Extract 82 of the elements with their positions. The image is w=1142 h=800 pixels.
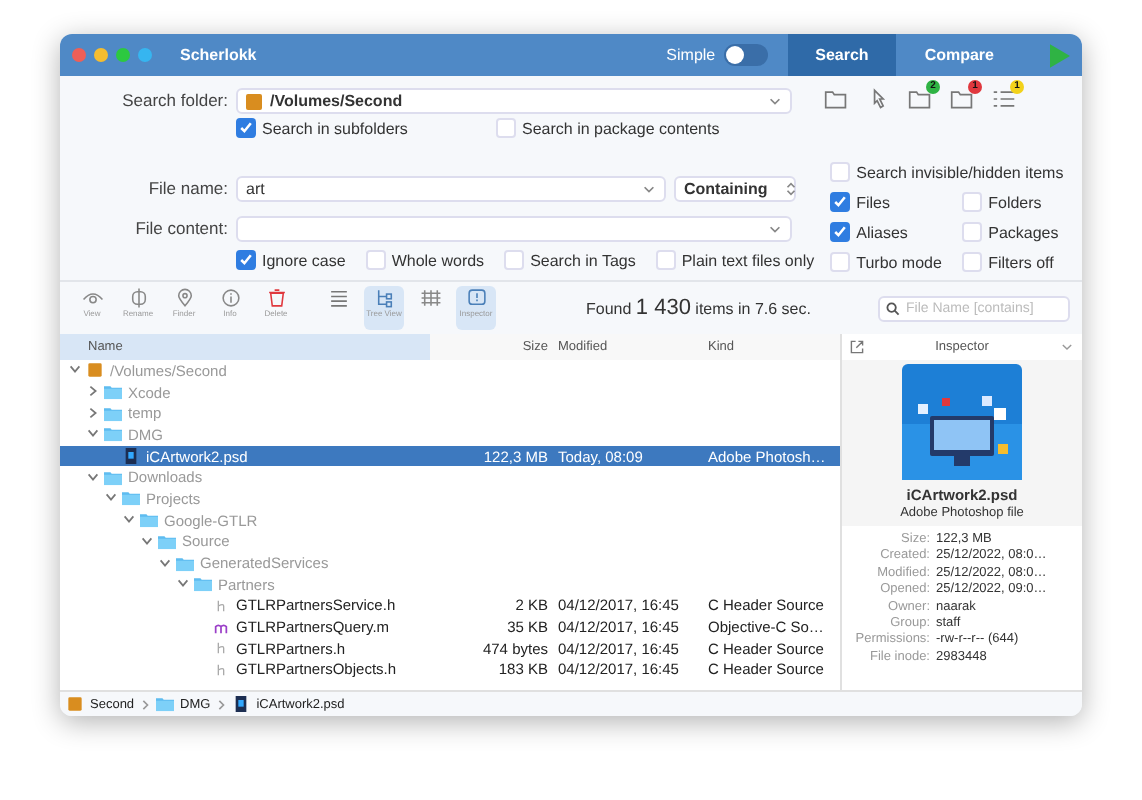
checkbox[interactable]	[236, 250, 256, 270]
folder-icon	[104, 426, 122, 443]
option-label: Files	[856, 193, 890, 211]
folder-icon	[194, 576, 212, 593]
checklist-icon[interactable]	[992, 88, 1016, 110]
header-file-icon	[212, 640, 230, 657]
checkbox[interactable]	[830, 222, 851, 242]
drive-icon	[66, 696, 84, 712]
chevron-icon	[216, 697, 227, 711]
source-file-icon	[212, 619, 230, 636]
folder-field[interactable]: /Volumes/Second	[236, 88, 792, 114]
option-label: Packages	[988, 223, 1059, 241]
chevron-icon	[642, 181, 656, 195]
option-label: Folders	[988, 193, 1042, 211]
mode-label: Simple	[666, 46, 716, 64]
document-icon	[122, 448, 140, 465]
folder-icon[interactable]	[824, 88, 848, 110]
window-title: Scherlokk	[180, 46, 257, 64]
view-icon	[81, 288, 103, 308]
rename-icon	[127, 288, 149, 308]
inspector-icon	[465, 288, 487, 308]
option-label: Search in subfolders	[262, 119, 408, 137]
content-field[interactable]	[236, 215, 792, 241]
folder-icon	[104, 384, 122, 401]
disclosure-icon[interactable]	[122, 512, 136, 527]
folder-icon	[104, 405, 122, 422]
field-label: File name:	[146, 178, 228, 198]
option-label: Filters off	[988, 253, 1054, 271]
disclosure-icon[interactable]	[86, 384, 100, 399]
drive-icon	[86, 362, 104, 379]
search-icon	[886, 301, 900, 315]
folder-icon	[104, 469, 122, 486]
field-label: Search folder:	[120, 89, 228, 109]
option-label: Search in Tags	[530, 251, 636, 269]
mode-tab[interactable]: Search	[787, 34, 897, 76]
header-file-icon	[212, 661, 230, 678]
option-label: Search in package contents	[522, 119, 720, 137]
chevron-icon	[768, 94, 782, 108]
option-label: Aliases	[856, 223, 908, 241]
disclosure-icon[interactable]	[140, 533, 154, 548]
folder-icon[interactable]	[908, 88, 932, 110]
disclosure-icon[interactable]	[86, 426, 100, 441]
mode-toggle[interactable]	[723, 44, 768, 66]
window-dot-icon	[138, 48, 152, 62]
option-label: Plain text files only	[681, 251, 815, 269]
option-label: Search invisible/hidden items	[856, 163, 1064, 181]
info-icon	[219, 288, 241, 308]
option-label: Ignore case	[262, 251, 346, 269]
folder-icon	[122, 490, 140, 507]
open-external-icon[interactable]	[850, 340, 864, 354]
folder-icon	[156, 696, 175, 712]
checkbox[interactable]	[236, 118, 256, 138]
tree-icon	[373, 288, 395, 308]
disclosure-icon[interactable]	[176, 576, 190, 591]
chevron-icon[interactable]	[1060, 340, 1074, 354]
match-dropdown[interactable]: Containing	[674, 175, 796, 201]
grid-icon	[419, 288, 441, 308]
result-summary: Found 1 430 items in 7.6 sec.	[586, 296, 811, 320]
folder-icon	[140, 512, 158, 529]
finder-icon	[173, 288, 195, 308]
header-file-icon	[212, 597, 230, 614]
delete-icon	[265, 288, 287, 308]
disclosure-icon[interactable]	[86, 469, 100, 484]
list-icon	[327, 288, 349, 308]
option-label: Turbo mode	[856, 253, 942, 271]
minimize-button[interactable]	[94, 48, 108, 62]
mode-tab[interactable]: Compare	[896, 34, 1022, 76]
folder-icon[interactable]	[950, 88, 974, 110]
option-label: Whole words	[391, 251, 485, 269]
folder-icon	[176, 555, 194, 572]
chevron-icon	[768, 221, 782, 235]
name-field[interactable]: art	[236, 175, 666, 201]
disclosure-icon[interactable]	[158, 555, 172, 570]
stepper-icon	[783, 181, 798, 195]
disclosure-icon[interactable]	[104, 490, 118, 505]
disclosure-icon[interactable]	[86, 405, 100, 420]
chevron-icon	[140, 697, 151, 711]
disclosure-icon[interactable]	[68, 362, 82, 377]
checkbox[interactable]	[830, 192, 851, 212]
folder-icon	[158, 533, 176, 550]
field-label: File content:	[133, 218, 228, 238]
document-icon	[232, 696, 251, 712]
